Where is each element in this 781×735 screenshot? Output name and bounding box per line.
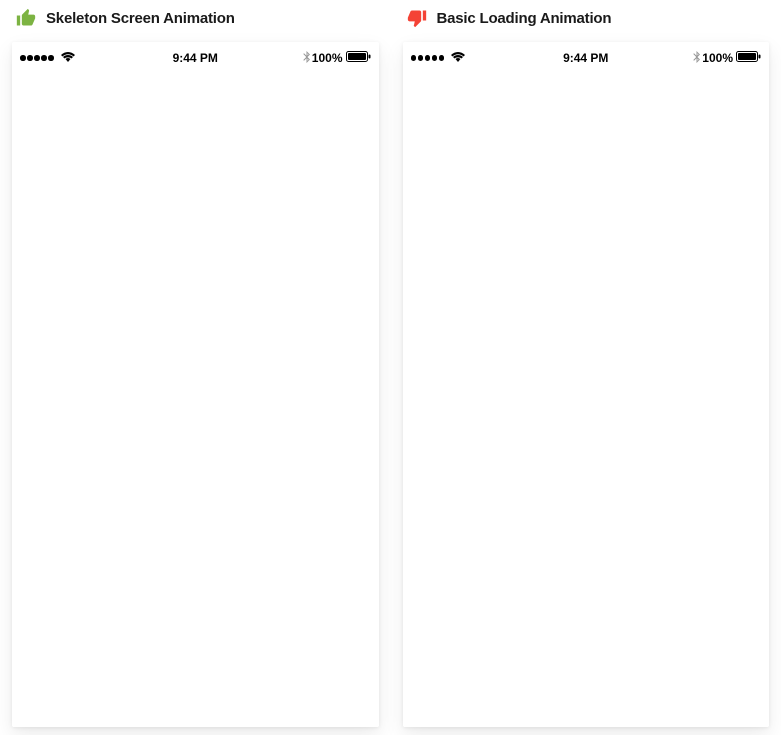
phone-content-right	[403, 68, 770, 727]
header-title-right: Basic Loading Animation	[437, 10, 612, 27]
comparison-container: Skeleton Screen Animation	[12, 8, 769, 727]
battery-percentage: 100%	[312, 51, 343, 65]
wifi-icon	[61, 51, 75, 65]
thumbs-up-icon	[16, 8, 36, 28]
phone-frame-right: 9:44 PM 100%	[403, 42, 770, 727]
status-left-group	[20, 51, 75, 65]
battery-icon	[346, 51, 371, 65]
bluetooth-icon	[303, 51, 310, 66]
battery-icon	[736, 51, 761, 65]
column-left: Skeleton Screen Animation	[12, 8, 379, 727]
status-time: 9:44 PM	[563, 51, 608, 65]
bluetooth-icon	[693, 51, 700, 66]
signal-strength-icon	[20, 55, 54, 61]
header-right: Basic Loading Animation	[403, 8, 770, 28]
status-right-group: 100%	[693, 51, 761, 66]
status-bar-right: 9:44 PM 100%	[403, 42, 770, 68]
signal-strength-icon	[411, 55, 445, 61]
status-left-group	[411, 51, 466, 65]
status-time: 9:44 PM	[173, 51, 218, 65]
phone-frame-left: 9:44 PM 100%	[12, 42, 379, 727]
phone-content-left	[12, 68, 379, 727]
header-title-left: Skeleton Screen Animation	[46, 10, 235, 27]
thumbs-down-icon	[407, 8, 427, 28]
wifi-icon	[451, 51, 465, 65]
header-left: Skeleton Screen Animation	[12, 8, 379, 28]
column-right: Basic Loading Animation	[403, 8, 770, 727]
status-right-group: 100%	[303, 51, 371, 66]
status-bar-left: 9:44 PM 100%	[12, 42, 379, 68]
battery-percentage: 100%	[702, 51, 733, 65]
